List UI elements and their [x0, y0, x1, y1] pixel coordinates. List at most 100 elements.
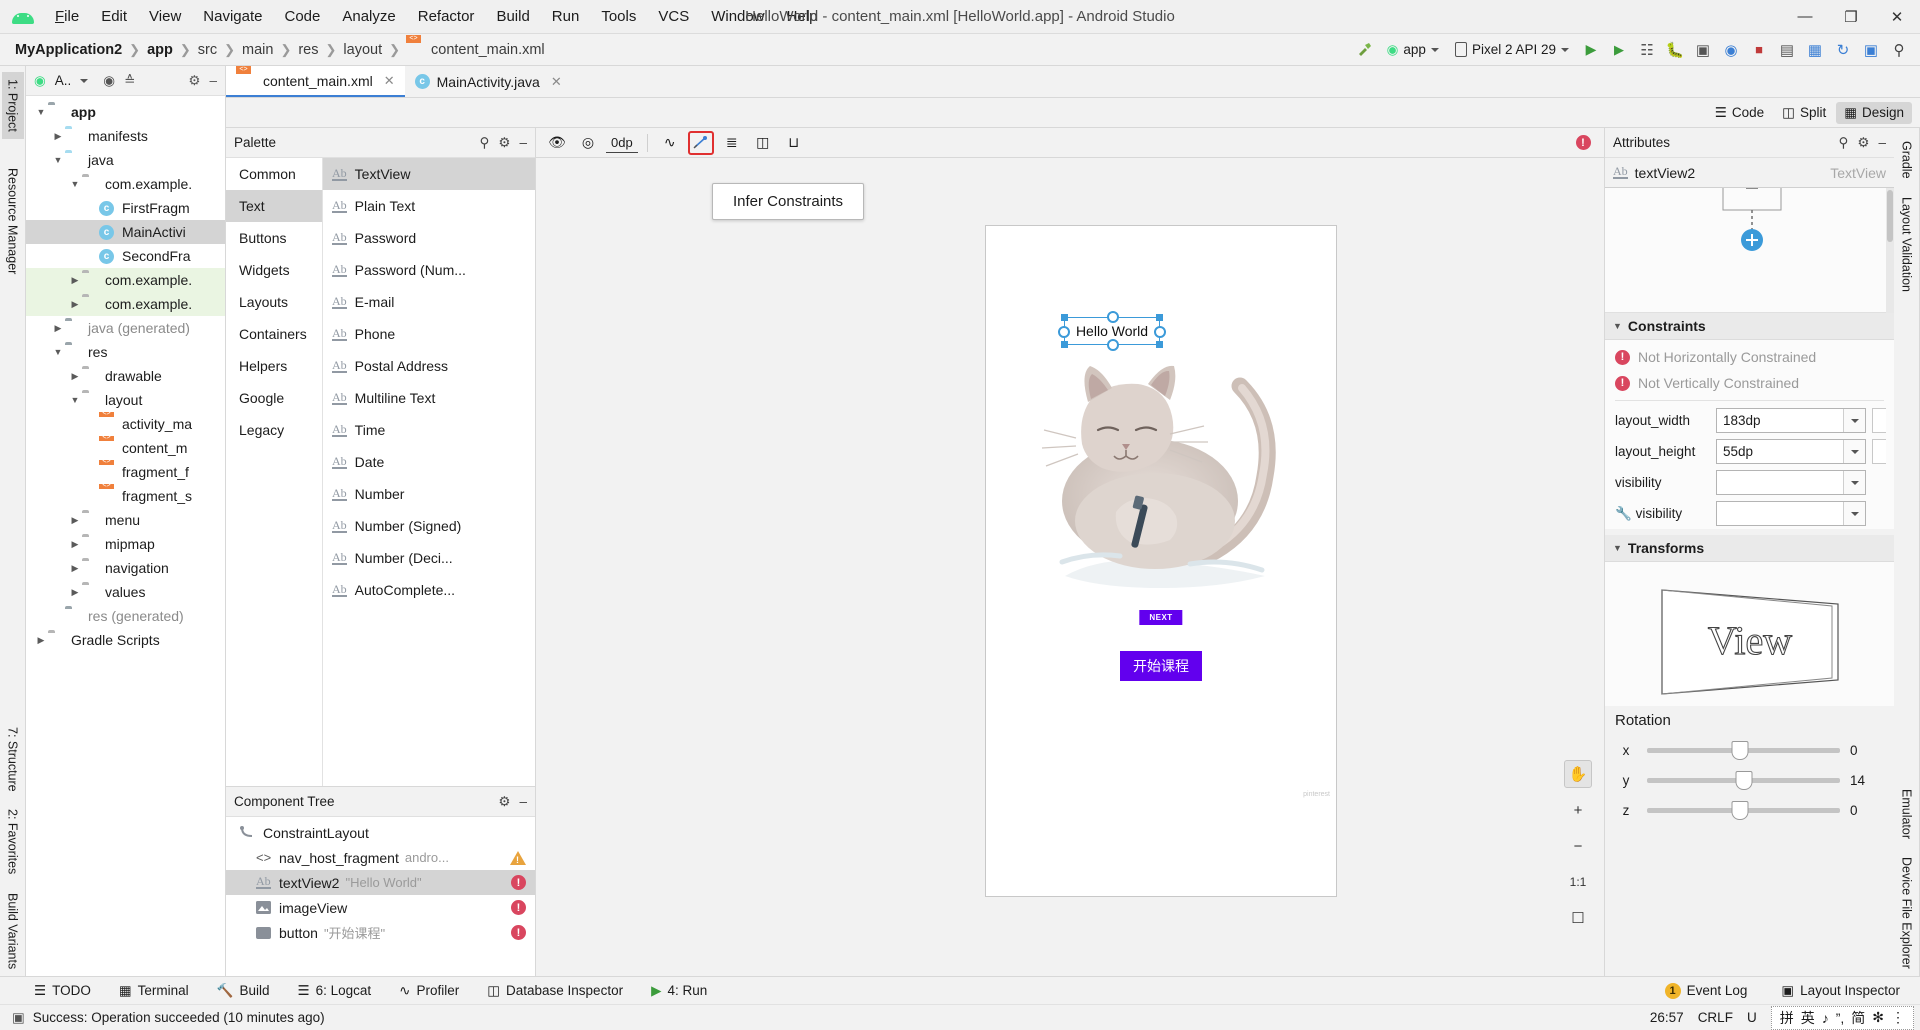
bug-icon[interactable]: 🐛 [1662, 37, 1688, 63]
chevron-down-icon[interactable] [1843, 440, 1865, 463]
bottom-build[interactable]: 🔨 Build [213, 981, 274, 1001]
palette-item-time[interactable]: Ab Time [323, 414, 535, 446]
hide-panel-icon[interactable]: – [519, 794, 527, 809]
ime-pinyin[interactable]: 拼 [1780, 1008, 1794, 1028]
rail-item-device-file-explorer[interactable]: Device File Explorer [1896, 850, 1918, 976]
caret-position[interactable]: 26:57 [1650, 1010, 1684, 1025]
device-render-preview[interactable]: pinterest NEXT 开始课程 Hello World [985, 225, 1337, 897]
ime-toolbar[interactable]: 拼 英 ♪ ”, 简 ✻ ⋮ [1770, 1005, 1914, 1030]
tree-node-activity-ma[interactable]: activity_ma [26, 412, 225, 436]
tree-node-res[interactable]: ▼ res [26, 340, 225, 364]
breadcrumb-main[interactable]: main [239, 42, 276, 58]
breadcrumb-layout[interactable]: layout [340, 42, 385, 58]
mode-design-button[interactable]: ▦ Design [1836, 101, 1912, 124]
minimize-button[interactable]: — [1782, 0, 1828, 34]
collapse-all-icon[interactable]: ≙ [124, 73, 135, 89]
tree-expand-arrow[interactable]: ▼ [51, 155, 65, 165]
tree-expand-arrow[interactable]: ▶ [68, 299, 82, 310]
palette-category-google[interactable]: Google [226, 382, 322, 414]
close-icon[interactable]: ✕ [551, 74, 562, 90]
transforms-section-header[interactable]: ▼ Transforms [1605, 535, 1894, 562]
breadcrumb-res[interactable]: res [295, 42, 321, 58]
search-icon[interactable]: ⚲ [1838, 135, 1848, 151]
ime-simplified[interactable]: 简 [1851, 1008, 1865, 1028]
tree-node-java[interactable]: ▼ java [26, 148, 225, 172]
infer-constraints-tooltip[interactable]: Infer Constraints [712, 183, 865, 220]
tree-expand-arrow[interactable]: ▶ [51, 323, 65, 334]
hide-panel-icon[interactable]: – [209, 73, 217, 88]
project-view-selector[interactable]: A.. [55, 73, 72, 88]
menu-help[interactable]: Help [776, 4, 829, 29]
eye-icon[interactable]: 👁 [544, 131, 570, 155]
ime-punct[interactable]: ”, [1836, 1010, 1845, 1026]
debug-button[interactable]: ▶ [1606, 37, 1632, 63]
tree-node-fragment-s[interactable]: fragment_s [26, 484, 225, 508]
mode-code-button[interactable]: ☰ Code [1707, 102, 1772, 124]
textview-selection-render[interactable]: Hello World [1058, 311, 1166, 351]
tree-expand-arrow[interactable]: ▶ [68, 515, 82, 526]
search-everywhere-icon[interactable]: ⚲ [1886, 37, 1912, 63]
sdk-manager-icon[interactable]: ▦ [1802, 37, 1828, 63]
gear-icon[interactable]: ⚙ [188, 73, 200, 89]
sync-gradle-icon[interactable]: ↻ [1830, 37, 1856, 63]
menu-bar[interactable]: File Edit View Navigate Code Analyze Ref… [44, 4, 828, 29]
tree-expand-arrow[interactable]: ▼ [51, 347, 65, 357]
palette-item-autocomplete[interactable]: Ab AutoComplete... [323, 574, 535, 606]
rotation-slider-y[interactable] [1647, 770, 1840, 790]
tree-expand-arrow[interactable]: ▶ [68, 371, 82, 382]
palette-item-multiline-text[interactable]: Ab Multiline Text [323, 382, 535, 414]
tree-node-content-m[interactable]: content_m [26, 436, 225, 460]
palette-category-legacy[interactable]: Legacy [226, 414, 322, 446]
attribute-value-field[interactable]: 183dp [1716, 408, 1866, 433]
palette-item-e-mail[interactable]: Ab E-mail [323, 286, 535, 318]
ime-settings[interactable]: ✻ [1872, 1009, 1884, 1026]
run-configuration-selector[interactable]: ◉ app [1380, 38, 1446, 62]
attach-debugger-icon[interactable]: ◉ [1718, 37, 1744, 63]
zoom-to-fit-button[interactable]: ☐ [1564, 904, 1592, 932]
locate-icon[interactable]: ◉ [103, 73, 115, 89]
palette-categories[interactable]: Common Text Buttons Widgets Layouts Container… [226, 158, 323, 786]
tree-node-gradle-scripts[interactable]: ▶ Gradle Scripts [26, 628, 225, 652]
rail-item-gradle[interactable]: Gradle [1896, 134, 1918, 186]
rail-item-structure[interactable]: 7: Structure [2, 720, 24, 799]
menu-navigate[interactable]: Navigate [192, 4, 273, 29]
rotation-controls[interactable]: Rotation x 0 y 14 z 0 [1605, 706, 1894, 825]
menu-vcs[interactable]: VCS [647, 4, 700, 29]
default-margin-button[interactable]: 0dp [606, 133, 638, 153]
zoom-actual-size-button[interactable]: 1:1 [1564, 868, 1592, 896]
menu-build[interactable]: Build [485, 4, 540, 29]
attributes-scrollbar[interactable] [1886, 188, 1894, 313]
line-separator[interactable]: CRLF [1698, 1010, 1733, 1025]
search-icon[interactable]: ⚲ [479, 135, 489, 151]
menu-refactor[interactable]: Refactor [407, 4, 486, 29]
error-icon[interactable]: ! [511, 925, 526, 940]
tree-expand-arrow[interactable]: ▶ [34, 635, 48, 646]
tree-node-drawable[interactable]: ▶ drawable [26, 364, 225, 388]
attribute-extra-field[interactable] [1872, 439, 1886, 464]
ime-note[interactable]: ♪ [1822, 1010, 1829, 1026]
palette-item-phone[interactable]: Ab Phone [323, 318, 535, 350]
palette-category-buttons[interactable]: Buttons [226, 222, 322, 254]
close-icon[interactable]: ✕ [384, 73, 395, 89]
tree-node-navigation[interactable]: ▶ navigation [26, 556, 225, 580]
tree-node-secondfra[interactable]: c SecondFra [26, 244, 225, 268]
infer-constraints-icon[interactable] [687, 130, 714, 155]
palette-category-common[interactable]: Common [226, 158, 322, 190]
error-icon[interactable]: ! [511, 900, 526, 915]
rail-item-favorites[interactable]: 2: Favorites [2, 802, 24, 881]
pan-tool-button[interactable]: ✋ [1564, 760, 1592, 788]
error-indicator-icon[interactable]: ! [1570, 131, 1596, 155]
component-tree-row-button[interactable]: button "开始课程"! [226, 920, 535, 945]
slider-thumb[interactable] [1735, 770, 1752, 790]
zoom-out-button[interactable]: − [1564, 832, 1592, 860]
mode-split-button[interactable]: ◫ Split [1774, 102, 1834, 124]
palette-item-textview[interactable]: Ab TextView [323, 158, 535, 190]
baseline-icon[interactable]: ⊔ [781, 131, 807, 155]
align-icon[interactable]: ≣ [719, 131, 745, 155]
rail-item-resource-manager[interactable]: Resource Manager [2, 161, 24, 281]
maximize-button[interactable]: ❐ [1828, 0, 1874, 34]
component-tree-row-constraintlayout[interactable]: ConstraintLayout [226, 820, 535, 845]
distribute-icon[interactable]: ◫ [750, 131, 776, 155]
start-course-button-preview[interactable]: 开始课程 [1120, 651, 1202, 681]
tree-node-fragment-f[interactable]: fragment_f [26, 460, 225, 484]
